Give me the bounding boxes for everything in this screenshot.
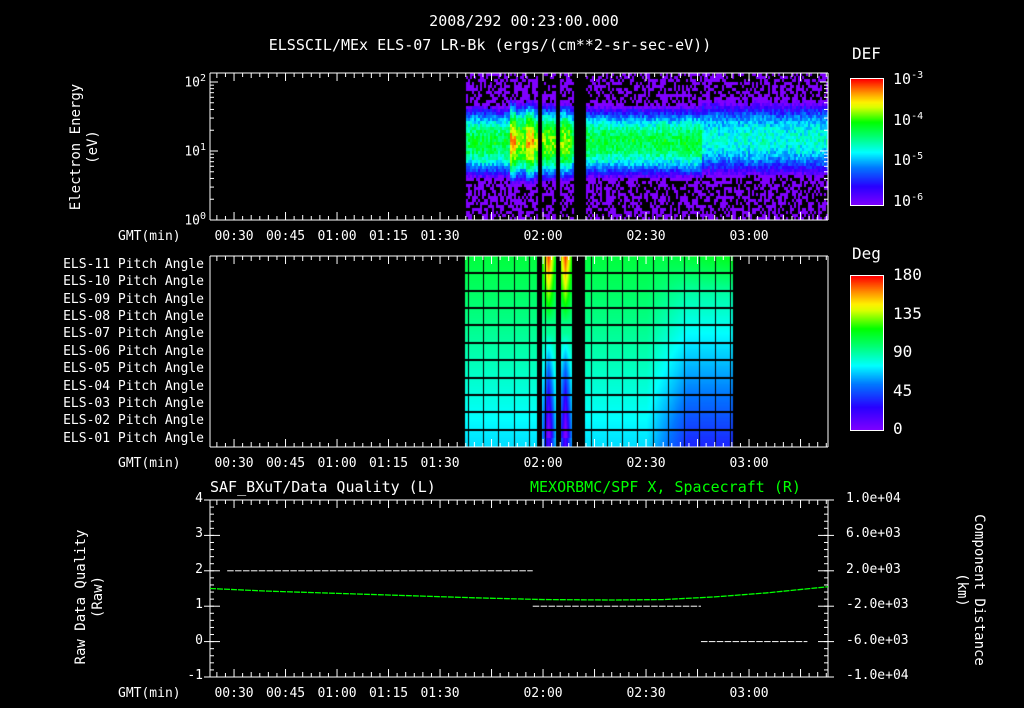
time-tick-label: 00:45 — [265, 229, 306, 244]
time-tick-label: 01:00 — [317, 229, 357, 244]
pitch-row-label: ELS-07 Pitch Angle — [63, 326, 204, 342]
time-tick-label: 01:15 — [368, 229, 409, 244]
time-tick-label: 01:00 — [317, 686, 357, 701]
colorbar-def-tick-label: 10-3 — [893, 70, 924, 88]
colorbar-deg-tick-label: 45 — [893, 380, 913, 400]
pitch-row-label: ELS-06 Pitch Angle — [63, 343, 204, 359]
spacecraft-x-line — [209, 586, 829, 601]
colorbar-deg-tick-label: 0 — [893, 419, 903, 438]
energy-tick-label: 100 — [184, 211, 206, 229]
distance-tick-label: -2.0e+03 — [846, 597, 909, 613]
pitch-row-label: ELS-11 Pitch Angle — [63, 257, 204, 272]
time-tick-label: 03:00 — [729, 229, 769, 244]
distance-tick-label: 2.0e+03 — [846, 561, 901, 577]
time-tick-label: 03:00 — [729, 686, 769, 701]
colorbar-deg-tick-label: 90 — [893, 342, 913, 361]
quality-tick-label: 2 — [195, 561, 203, 577]
pitch-row-label: ELS-10 Pitch Angle — [63, 274, 204, 290]
quality-tick-label: -1 — [187, 668, 203, 683]
time-tick-label: 02:30 — [626, 456, 666, 471]
time-tick-label: 02:00 — [523, 686, 563, 701]
energy-tick-label: 102 — [184, 72, 206, 91]
time-tick-label: 00:45 — [265, 456, 306, 471]
distance-tick-label: -1.0e+04 — [846, 668, 909, 683]
time-tick-label: 03:00 — [729, 456, 769, 471]
time-tick-label: 01:30 — [420, 456, 460, 471]
distance-tick-label: -6.0e+03 — [846, 632, 909, 648]
time-axis-label: GMT(min) — [118, 456, 181, 471]
time-tick-label: 00:30 — [214, 686, 254, 701]
energy-tick-label: 101 — [184, 141, 206, 160]
distance-tick-label: 6.0e+03 — [846, 526, 901, 542]
pitch-row-label: ELS-02 Pitch Angle — [63, 413, 204, 429]
time-tick-label: 01:30 — [420, 229, 460, 244]
quality-tick-label: 0 — [195, 632, 203, 648]
colorbar-def-tick-label: 10-6 — [893, 192, 924, 210]
pitch-row-label: ELS-01 Pitch Angle — [63, 430, 204, 446]
time-axis-label: GMT(min) — [118, 229, 181, 244]
time-tick-label: 01:15 — [368, 686, 409, 701]
quality-tick-label: 4 — [195, 491, 203, 506]
time-tick-label: 02:30 — [626, 686, 666, 701]
time-axis-label: GMT(min) — [118, 686, 181, 701]
pitch-row-label: ELS-05 Pitch Angle — [63, 361, 204, 377]
time-tick-label: 02:30 — [626, 229, 666, 244]
time-tick-label: 01:30 — [420, 686, 460, 701]
quality-tick-label: 1 — [195, 597, 203, 613]
time-tick-label: 00:30 — [214, 229, 254, 244]
pitch-row-label: ELS-03 Pitch Angle — [63, 395, 204, 411]
colorbar-def-tick-label: 10-5 — [893, 151, 924, 170]
pitch-row-label: ELS-09 Pitch Angle — [63, 291, 204, 307]
pitch-row-label: ELS-04 Pitch Angle — [63, 378, 204, 394]
time-tick-label: 01:15 — [368, 456, 409, 471]
pitch-row-label: ELS-08 Pitch Angle — [63, 309, 204, 325]
colorbar-deg-tick-label: 180 — [893, 265, 922, 284]
colorbar-deg-tick-label: 135 — [893, 303, 922, 323]
colorbar-def-tick-label: 10-4 — [893, 110, 924, 129]
time-tick-label: 02:00 — [523, 229, 563, 244]
time-tick-label: 01:00 — [317, 456, 357, 471]
time-tick-label: 00:45 — [265, 686, 306, 701]
time-tick-label: 00:30 — [214, 456, 254, 471]
quality-tick-label: 3 — [195, 526, 203, 542]
time-tick-label: 02:00 — [523, 456, 563, 471]
distance-tick-label: 1.0e+04 — [846, 491, 901, 506]
